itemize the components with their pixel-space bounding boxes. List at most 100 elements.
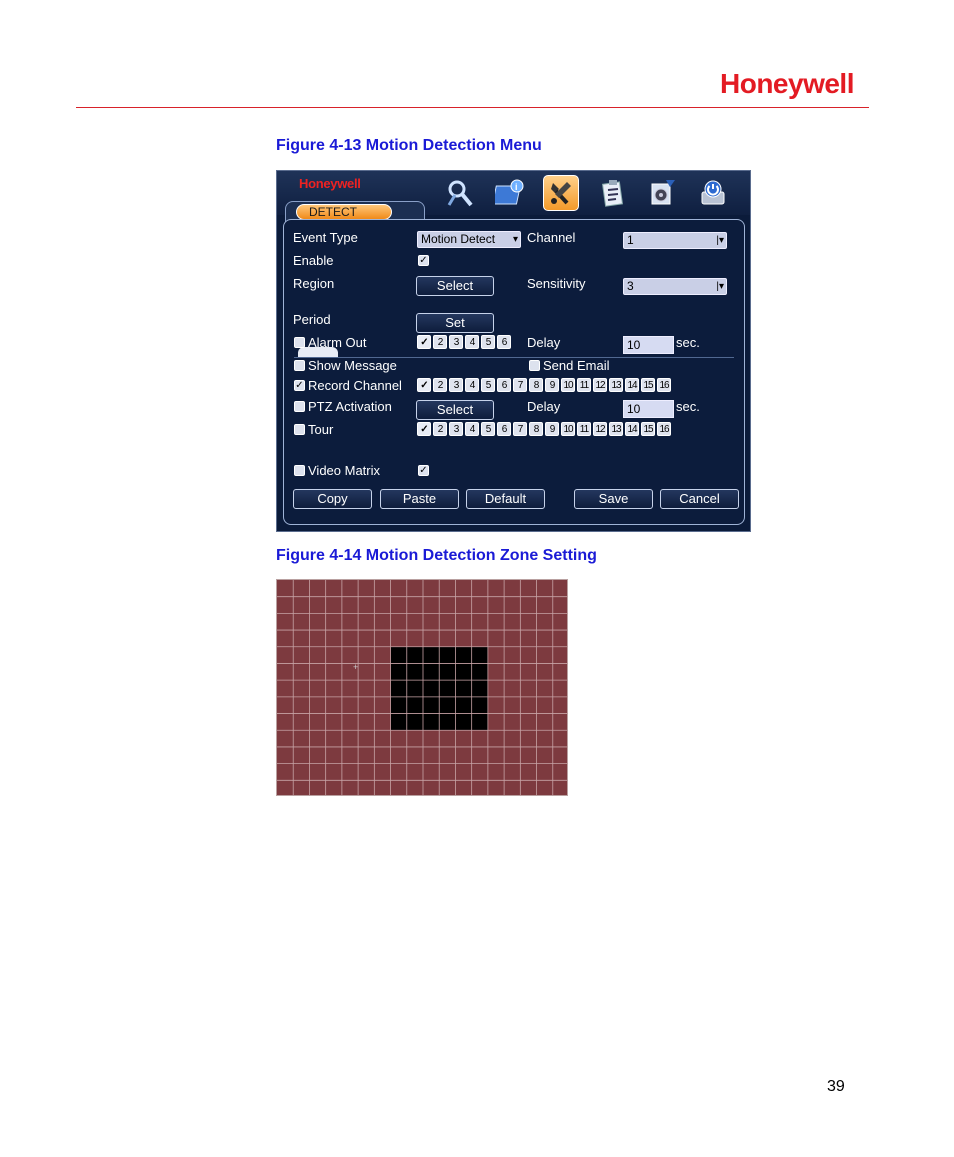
figure-13-caption: Figure 4-13 Motion Detection Menu (276, 137, 542, 154)
channel-12-checkbox[interactable]: 12 (593, 378, 607, 392)
channel-5-checkbox[interactable]: 5 (481, 335, 495, 349)
tour-channels: ✓ 2 3 4 5 6 7 8 9 10 11 12 13 14 15 16 (417, 422, 671, 436)
ptz-delay-unit: sec. (676, 399, 700, 414)
event-type-value: Motion Detect (421, 232, 496, 246)
alarm-out-checkbox[interactable] (294, 337, 305, 348)
channel-6-checkbox[interactable]: 6 (497, 378, 511, 392)
show-message-label: Show Message (308, 358, 397, 373)
backup-icon[interactable] (645, 175, 681, 211)
record-channels: ✓ 2 3 4 5 6 7 8 9 10 11 12 13 14 15 16 (417, 378, 671, 392)
dvr-logo: Honeywell (299, 176, 361, 191)
page-number: 39 (827, 1078, 845, 1095)
channel-10-checkbox[interactable]: 10 (561, 422, 575, 436)
search-icon[interactable] (442, 175, 478, 211)
paste-button[interactable]: Paste (380, 489, 459, 509)
channel-1-checkbox[interactable]: ✓ (417, 378, 431, 392)
network-icon[interactable]: i (493, 175, 529, 211)
channel-4-checkbox[interactable]: 4 (465, 335, 479, 349)
channel-1-checkbox[interactable]: ✓ (417, 422, 431, 436)
event-type-label: Event Type (293, 230, 358, 245)
channel-2-checkbox[interactable]: 2 (433, 422, 447, 436)
period-label: Period (293, 312, 331, 327)
record-channel-checkbox[interactable]: ✓ (294, 380, 305, 391)
channel-3-checkbox[interactable]: 3 (449, 378, 463, 392)
channel-3-checkbox[interactable]: 3 (449, 422, 463, 436)
channel-16-checkbox[interactable]: 16 (657, 378, 671, 392)
motion-detection-menu: Honeywell i DETECT Event Type Motion Det… (276, 170, 751, 532)
ptz-delay-label: Delay (527, 399, 561, 414)
header-rule (76, 107, 869, 108)
show-message-checkbox[interactable] (294, 360, 305, 371)
channel-13-checkbox[interactable]: 13 (609, 378, 623, 392)
channel-8-checkbox[interactable]: 8 (529, 422, 543, 436)
channel-13-checkbox[interactable]: 13 (609, 422, 623, 436)
save-button[interactable]: Save (574, 489, 653, 509)
channel-2-checkbox[interactable]: 2 (433, 335, 447, 349)
channel-6-checkbox[interactable]: 6 (497, 335, 511, 349)
tools-icon[interactable] (543, 175, 579, 211)
channel-14-checkbox[interactable]: 14 (625, 422, 639, 436)
cursor-icon: + (353, 662, 358, 672)
channel-15-checkbox[interactable]: 15 (641, 378, 655, 392)
channel-12-checkbox[interactable]: 12 (593, 422, 607, 436)
sensitivity-select[interactable]: 3 |▾ (623, 278, 727, 295)
chevron-down-icon: ▾ (512, 234, 518, 245)
ptz-activation-checkbox[interactable] (294, 401, 305, 412)
channel-1-checkbox[interactable]: ✓ (417, 335, 431, 349)
sensitivity-value: 3 (627, 279, 634, 293)
ptz-delay-input[interactable]: 10 (623, 400, 674, 418)
channel-7-checkbox[interactable]: 7 (513, 378, 527, 392)
period-set-button[interactable]: Set (416, 313, 494, 333)
tour-checkbox[interactable] (294, 424, 305, 435)
channel-6-checkbox[interactable]: 6 (497, 422, 511, 436)
ptz-activation-label: PTZ Activation (308, 399, 392, 414)
channel-11-checkbox[interactable]: 11 (577, 422, 591, 436)
default-button[interactable]: Default (466, 489, 545, 509)
channel-11-checkbox[interactable]: 11 (577, 378, 591, 392)
detect-tab-label: DETECT (296, 204, 392, 220)
video-matrix-checkbox[interactable] (294, 465, 305, 476)
channel-3-checkbox[interactable]: 3 (449, 335, 463, 349)
region-select-button[interactable]: Select (416, 276, 494, 296)
zone-grid-canvas[interactable]: + (277, 580, 568, 796)
send-email-checkbox[interactable] (529, 360, 540, 371)
region-label: Region (293, 276, 335, 291)
channel-value: 1 (627, 233, 634, 247)
chevron-down-icon: |▾ (716, 281, 724, 292)
record-channel-label: Record Channel (308, 378, 402, 393)
video-matrix-enable-checkbox[interactable]: ✓ (418, 465, 429, 476)
detect-settings-panel: Event Type Motion Detect ▾ Channel 1 |▾ En… (283, 219, 745, 525)
clipboard-icon[interactable] (595, 175, 631, 211)
channel-16-checkbox[interactable]: 16 (657, 422, 671, 436)
event-type-select[interactable]: Motion Detect ▾ (417, 231, 521, 248)
alarm-delay-input[interactable]: 10 (623, 336, 674, 354)
sensitivity-label: Sensitivity (527, 276, 586, 291)
channel-10-checkbox[interactable]: 10 (561, 378, 575, 392)
channel-15-checkbox[interactable]: 15 (641, 422, 655, 436)
channel-2-checkbox[interactable]: 2 (433, 378, 447, 392)
channel-8-checkbox[interactable]: 8 (529, 378, 543, 392)
cancel-button[interactable]: Cancel (660, 489, 739, 509)
enable-label: Enable (293, 253, 334, 268)
channel-7-checkbox[interactable]: 7 (513, 422, 527, 436)
channel-select[interactable]: 1 |▾ (623, 232, 727, 249)
chevron-down-icon: |▾ (716, 235, 724, 246)
delay-label: Delay (527, 335, 561, 350)
alarm-out-label: Alarm Out (308, 335, 367, 350)
shutdown-icon[interactable] (695, 175, 731, 211)
channel-label: Channel (527, 230, 576, 245)
enable-checkbox[interactable]: ✓ (418, 255, 429, 266)
channel-9-checkbox[interactable]: 9 (545, 378, 559, 392)
channel-5-checkbox[interactable]: 5 (481, 378, 495, 392)
channel-9-checkbox[interactable]: 9 (545, 422, 559, 436)
motion-zone-grid[interactable]: + (276, 579, 568, 796)
channel-4-checkbox[interactable]: 4 (465, 422, 479, 436)
channel-4-checkbox[interactable]: 4 (465, 378, 479, 392)
channel-5-checkbox[interactable]: 5 (481, 422, 495, 436)
tour-label: Tour (308, 422, 334, 437)
copy-button[interactable]: Copy (293, 489, 372, 509)
video-matrix-label: Video Matrix (308, 463, 381, 478)
channel-14-checkbox[interactable]: 14 (625, 378, 639, 392)
alarm-out-channels: ✓ 2 3 4 5 6 (417, 335, 511, 349)
ptz-select-button[interactable]: Select (416, 400, 494, 420)
